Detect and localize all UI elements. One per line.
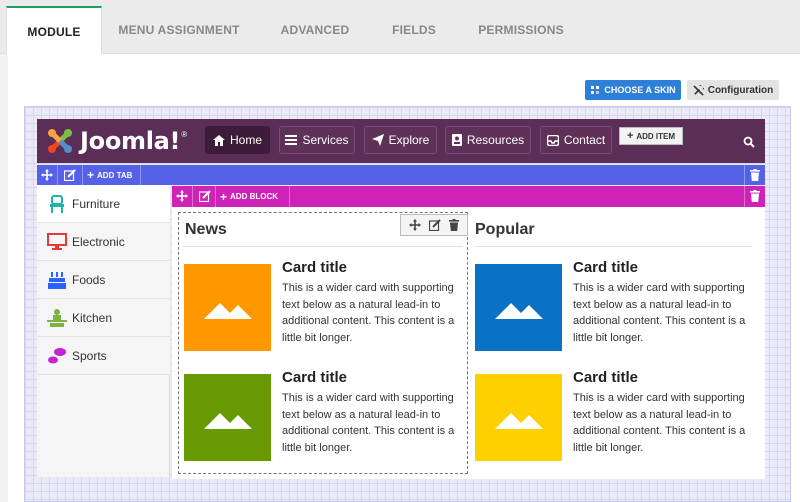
menu-item-resources[interactable]: Resources <box>445 126 531 154</box>
list-icon <box>285 135 298 145</box>
footprints-icon <box>46 347 68 365</box>
add-block-label: ADD BLOCK <box>230 192 279 201</box>
joomla-logo-text: Joomla! <box>80 127 181 155</box>
configuration-label: Configuration <box>707 84 774 96</box>
image-placeholder-icon <box>494 412 543 429</box>
menu-item-contact[interactable]: Contact <box>540 126 612 154</box>
joomla-logo-icon <box>48 129 72 153</box>
monitor-icon <box>46 233 68 251</box>
card-image <box>475 264 562 351</box>
tab-control-bar: + ADD TAB <box>37 165 765 185</box>
trash-icon[interactable] <box>449 219 459 231</box>
sidebar-item-foods[interactable]: Foods <box>37 261 170 299</box>
tab-fields[interactable]: FIELDS <box>375 6 453 54</box>
module-tabs: MODULE MENU ASSIGNMENT ADVANCED FIELDS P… <box>0 0 800 55</box>
image-placeholder-icon <box>203 302 252 319</box>
sidebar-item-electronic[interactable]: Electronic <box>37 223 170 261</box>
sidebar-item-kitchen[interactable]: Kitchen <box>37 299 170 337</box>
edit-icon[interactable] <box>199 190 211 202</box>
trash-icon[interactable] <box>750 169 760 181</box>
tab-module[interactable]: MODULE <box>6 6 102 55</box>
add-tab-button[interactable]: + ADD TAB <box>87 165 132 185</box>
paper-plane-icon <box>371 134 384 146</box>
card-image <box>184 374 271 461</box>
card-text: This is a wider card with supporting tex… <box>282 392 455 454</box>
plus-icon: + <box>626 130 634 142</box>
cake-icon <box>46 271 68 289</box>
plus-icon: + <box>87 168 95 182</box>
skin-icon <box>591 86 600 94</box>
joomla-logo-mark: ® <box>181 130 188 139</box>
image-placeholder-icon <box>203 412 252 429</box>
module-toolbar <box>400 214 468 236</box>
menu-item-services[interactable]: Services <box>279 126 355 154</box>
tab-permissions[interactable]: PERMISSIONS <box>454 6 588 54</box>
card-title: Card title <box>282 369 348 386</box>
column-title-popular: Popular <box>475 221 535 238</box>
menu-item-resources-label: Resources <box>466 133 525 147</box>
configuration-button[interactable]: Configuration <box>687 80 779 100</box>
sidebar-item-label: Electronic <box>72 234 125 249</box>
wrench-icon <box>693 84 704 96</box>
search-icon[interactable] <box>743 136 755 148</box>
move-icon[interactable] <box>41 169 53 181</box>
add-item-button[interactable]: + ADD ITEM <box>619 127 683 145</box>
menu-item-explore[interactable]: Explore <box>364 126 437 154</box>
address-card-icon <box>451 134 462 146</box>
add-tab-label: ADD TAB <box>97 170 133 180</box>
chair-icon <box>46 194 68 213</box>
menu-item-home-label: Home <box>229 133 262 147</box>
add-block-button[interactable]: + ADD BLOCK <box>220 186 278 207</box>
move-icon[interactable] <box>176 190 188 202</box>
card-title: Card title <box>573 369 639 386</box>
choose-skin-label: CHOOSE A SKIN <box>604 85 676 95</box>
edit-icon[interactable] <box>429 219 441 231</box>
card-text: This is a wider card with supporting tex… <box>573 282 746 344</box>
card-text: This is a wider card with supporting tex… <box>573 392 746 454</box>
inbox-icon <box>546 134 559 146</box>
menu-item-explore-label: Explore <box>388 133 430 147</box>
choose-skin-button[interactable]: CHOOSE A SKIN <box>585 80 681 100</box>
sidebar-item-label: Furniture <box>72 196 121 211</box>
chef-icon <box>46 308 68 327</box>
move-icon[interactable] <box>409 219 421 231</box>
image-placeholder-icon <box>494 302 543 319</box>
tab-advanced[interactable]: ADVANCED <box>256 6 374 54</box>
home-icon <box>212 134 225 146</box>
divider <box>183 246 463 247</box>
sidebar-item-label: Foods <box>72 272 106 287</box>
card-title: Card title <box>282 259 348 276</box>
card-image <box>184 264 271 351</box>
card-image <box>475 374 562 461</box>
menu-item-services-label: Services <box>302 133 349 147</box>
menu-item-contact-label: Contact <box>563 133 606 147</box>
divider <box>475 246 752 247</box>
edit-icon[interactable] <box>64 169 76 181</box>
tab-menu-assignment[interactable]: MENU ASSIGNMENT <box>103 6 255 54</box>
trash-icon[interactable] <box>750 190 760 202</box>
column-title-news: News <box>185 221 227 238</box>
card-title: Card title <box>573 259 639 276</box>
card-text: This is a wider card with supporting tex… <box>282 282 455 344</box>
menu-item-home[interactable]: Home <box>205 126 270 154</box>
sidebar-item-sports[interactable]: Sports <box>37 337 170 375</box>
joomla-logo: Joomla! ® <box>44 124 194 158</box>
block-control-bar: + ADD BLOCK <box>172 186 765 207</box>
vertical-tab-sidebar: Furniture Electronic Foods Kitchen Sport… <box>37 185 170 477</box>
sidebar-item-label: Sports <box>72 348 107 363</box>
sidebar-item-furniture[interactable]: Furniture <box>37 185 170 223</box>
add-item-label: ADD ITEM <box>636 131 676 141</box>
sidebar-item-label: Kitchen <box>72 310 113 325</box>
plus-icon: + <box>220 189 228 204</box>
